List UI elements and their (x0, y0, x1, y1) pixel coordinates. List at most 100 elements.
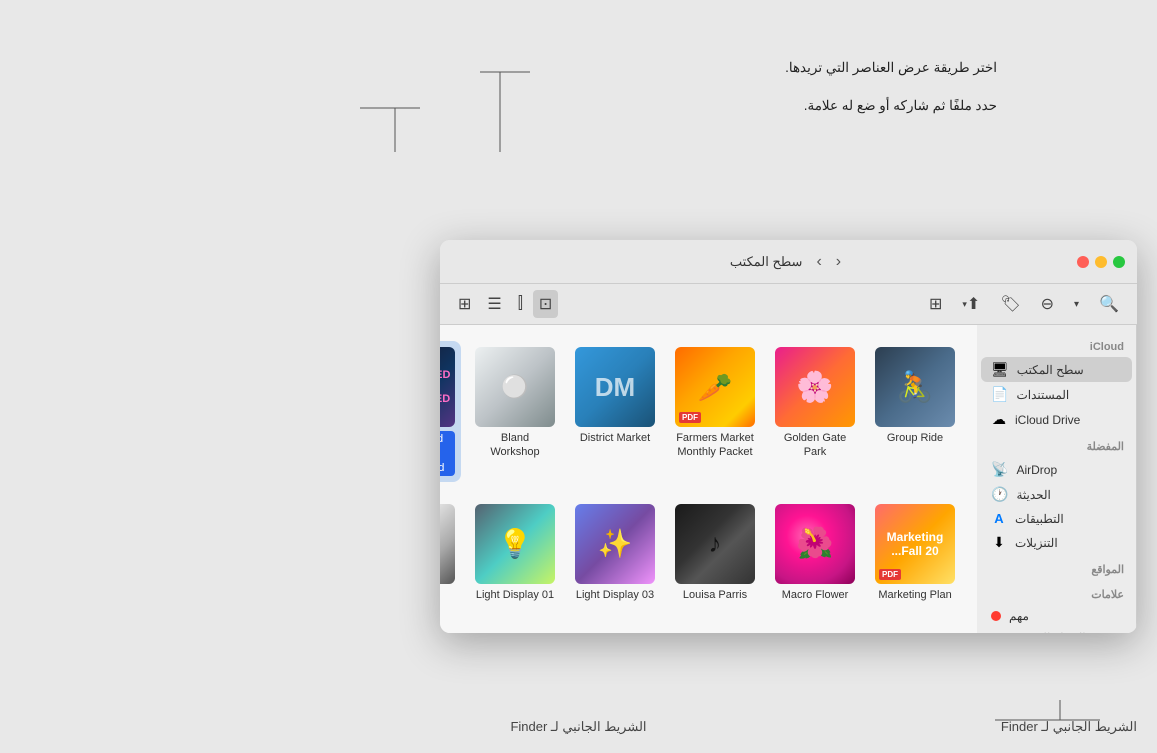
sidebar-item-documents[interactable]: المستندات 📄 (981, 382, 1132, 407)
thumb-overlay: 💡 (475, 504, 555, 584)
list-view-button[interactable]: ☰ (481, 290, 507, 318)
file-grid: 🚴 Group Ride 🌸 Golden Gate Park 🥕 PDF Fa… (440, 325, 977, 633)
file-label-light-and-shadow: Light and Shadow (440, 588, 455, 617)
gallery-view-button[interactable]: ⊞ (452, 290, 477, 318)
file-thumb-bland: ⚪ (475, 347, 555, 427)
desktop-icon: 🖥 (991, 361, 1009, 378)
file-label-group-ride: Group Ride (887, 431, 943, 445)
tag-button[interactable]: 🏷 (994, 290, 1026, 318)
sidebar-item-desktop[interactable]: سطح المكتب 🖥 (981, 357, 1132, 382)
file-item-light-and-shadow[interactable]: 🌓 Light and Shadow (440, 498, 461, 623)
file-item-golden-gate[interactable]: 🌸 Golden Gate Park (769, 341, 861, 482)
title-bar: ‹ › سطح المكتب (440, 240, 1137, 284)
icon-view-icon: ⊡ (539, 294, 552, 314)
thumb-overlay: AUGMENTED SPICE REIMAGINED (440, 347, 455, 427)
thumb-overlay: ⚪ (475, 347, 555, 427)
file-thumb-macro: 🌺 (775, 504, 855, 584)
thumb-overlay: 🌸 (775, 347, 855, 427)
sidebar: iCloud سطح المكتب 🖥 المستندات 📄 iCloud D… (977, 325, 1137, 633)
thumb-overlay: ♪ (675, 504, 755, 584)
icloud-section-title: iCloud (977, 333, 1136, 357)
file-item-light-display-03[interactable]: ✨ Light Display 03 (569, 498, 661, 623)
thumb-overlay: 🚴 (875, 347, 955, 427)
thumb-overlay: 🌺 (775, 504, 855, 584)
sidebar-item-desktop-label: سطح المكتب (1017, 363, 1084, 377)
file-item-group-ride[interactable]: 🚴 Group Ride (869, 341, 961, 482)
icon-view-button[interactable]: ⊡ (533, 290, 558, 318)
icloud-icon: ☁ (991, 411, 1007, 428)
remove-tag-button[interactable]: ⊖ (1035, 290, 1060, 318)
file-item-macro-flower[interactable]: 🌺 Macro Flower (769, 498, 861, 623)
file-label-golden-gate: Golden Gate Park (775, 431, 855, 460)
maximize-button[interactable] (1113, 256, 1125, 268)
file-thumb-golden-gate: 🌸 (775, 347, 855, 427)
minus-circle-icon: ⊖ (1041, 294, 1054, 314)
sidebar-item-documents-label: المستندات (1016, 388, 1069, 402)
file-label-light-display-03: Light Display 03 (576, 588, 654, 602)
sidebar-item-icloud-label: iCloud Drive (1015, 413, 1080, 427)
sidebar-item-recent-label: الحديثة (1016, 488, 1050, 502)
file-thumb-augmented: AUGMENTED SPICE REIMAGINED (440, 347, 455, 427)
finder-sidebar-annotation: الشريط الجانبي لـ Finder (510, 719, 646, 735)
column-view-button[interactable]: ⫿ (512, 291, 529, 317)
sidebar-item-downloads[interactable]: التنزيلات ⬇ (981, 530, 1132, 555)
file-item-farmers-market[interactable]: 🥕 PDF Farmers Market Monthly Packet (669, 341, 761, 482)
column-view-icon: ⫿ (518, 295, 523, 313)
file-label-bland-workshop: Bland Workshop (475, 431, 555, 460)
share-button[interactable]: ⬆ ▾ (956, 290, 986, 318)
sidebar-item-important[interactable]: مهم (981, 605, 1132, 627)
nav-forward-button[interactable]: › (810, 251, 827, 273)
grid-button[interactable]: ⊞ (923, 290, 948, 318)
file-item-bland-workshop[interactable]: ⚪ Bland Workshop (469, 341, 561, 482)
sidebar-item-airdrop[interactable]: AirDrop 📡 (981, 457, 1132, 482)
sidebar-item-downloads-label: التنزيلات (1015, 536, 1058, 550)
sidebar-item-apps-label: التطبيقات (1015, 512, 1064, 526)
locations-section-title: المواقع (977, 555, 1136, 580)
downloads-icon: ⬇ (991, 534, 1007, 551)
apps-icon: A (991, 511, 1007, 526)
file-thumb-group-ride: 🚴 (875, 347, 955, 427)
file-item-light-display-01[interactable]: 💡 Light Display 01 (469, 498, 561, 623)
favorites-section-title: المفضلة (977, 432, 1136, 457)
sidebar-item-main-folder-label: المجلد الرئيسي (1009, 631, 1086, 633)
traffic-lights (1077, 256, 1125, 268)
sidebar-item-main-folder[interactable]: المجلد الرئيسي (981, 627, 1132, 633)
sidebar-item-icloud-drive[interactable]: iCloud Drive ☁ (981, 407, 1132, 432)
thumb-overlay: ✨ (575, 504, 655, 584)
chevron-down-icon: ▾ (1074, 299, 1079, 310)
nav-back-button[interactable]: ‹ (830, 251, 847, 273)
file-label-louisa-parris: Louisa Parris (683, 588, 747, 602)
content-area: iCloud سطح المكتب 🖥 المستندات 📄 iCloud D… (440, 325, 1137, 633)
tags-section-title: علامات (977, 580, 1136, 605)
file-label-macro-flower: Macro Flower (782, 588, 849, 602)
finder-window: ‹ › سطح المكتب 🔍 ▾ ⊖ 🏷 (440, 240, 1137, 633)
sidebar-item-recent[interactable]: الحديثة 🕐 (981, 482, 1132, 507)
file-thumb-light01: 💡 (475, 504, 555, 584)
file-thumb-marketing: Marketing Fall 20... PDF (875, 504, 955, 584)
grid-icon: ⊞ (929, 294, 942, 314)
window-title: سطح المكتب (730, 254, 803, 270)
file-thumb-light-shadow: 🌓 (440, 504, 455, 584)
airdrop-icon: 📡 (991, 461, 1008, 478)
minimize-button[interactable] (1095, 256, 1107, 268)
file-label-marketing-plan: Marketing Plan (878, 588, 951, 602)
tag-dropdown-button[interactable]: ▾ (1068, 295, 1085, 314)
pdf-badge: PDF (879, 569, 901, 580)
search-icon: 🔍 (1099, 294, 1119, 314)
thumb-overlay: DM (575, 347, 655, 427)
pdf-badge: PDF (679, 412, 701, 423)
file-label-light-display-01: Light Display 01 (476, 588, 554, 602)
sidebar-item-important-label: مهم (1009, 609, 1029, 623)
important-tag-dot (991, 611, 1001, 621)
search-button[interactable]: 🔍 (1093, 290, 1125, 318)
file-item-district-market[interactable]: DM District Market (569, 341, 661, 482)
file-item-augmented[interactable]: AUGMENTED SPICE REIMAGINED Augmented Spa… (440, 341, 461, 482)
recent-icon: 🕐 (991, 486, 1008, 503)
file-thumb-louisa: ♪ (675, 504, 755, 584)
file-item-louisa-parris[interactable]: ♪ Louisa Parris (669, 498, 761, 623)
sidebar-footer-annotation: الشريط الجانبي لـ Finder (1001, 719, 1137, 735)
file-thumb-farmers: 🥕 PDF (675, 347, 755, 427)
sidebar-item-apps[interactable]: التطبيقات A (981, 507, 1132, 530)
close-button[interactable] (1077, 256, 1089, 268)
file-item-marketing-plan[interactable]: Marketing Fall 20... PDF Marketing Plan (869, 498, 961, 623)
